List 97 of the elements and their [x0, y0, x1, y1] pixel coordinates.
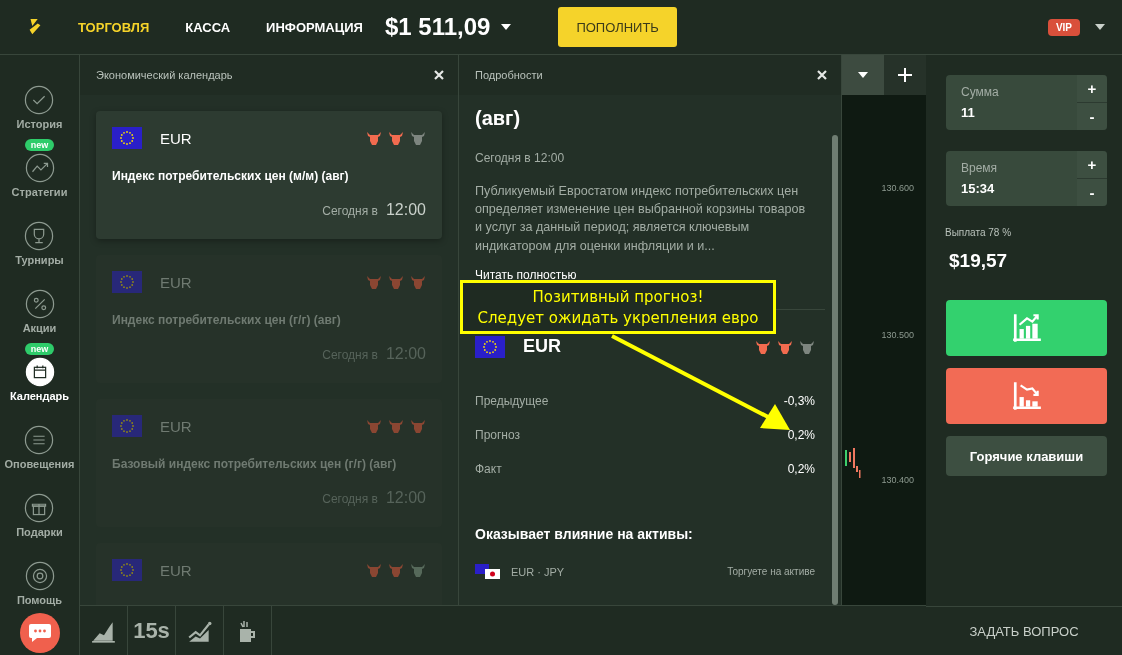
sidebar-label: Стратегии [11, 186, 68, 198]
trend-icon [24, 153, 55, 183]
eu-flag-icon [112, 127, 142, 149]
field-label: Сумма [961, 85, 1000, 99]
sidebar-label: Календарь [9, 390, 70, 402]
stat-value: 0,2% [787, 427, 815, 442]
sidebar-label: Акции [22, 322, 57, 334]
read-more-link[interactable]: Читать полностью [475, 267, 577, 282]
currency-code: EUR [523, 336, 562, 358]
sidebar-label: Оповещения [4, 458, 75, 470]
assets-heading: Оказывает влияние на активы: [475, 525, 694, 542]
vip-badge: VIP [1047, 18, 1080, 36]
chat-button[interactable] [20, 613, 60, 653]
stat-label: Предыдущее [475, 393, 549, 408]
price-label: 130.400 [881, 475, 914, 485]
event-time: 12:00 [385, 201, 426, 219]
gift-icon [24, 493, 55, 523]
currency-code: EUR [160, 417, 193, 435]
nav-link[interactable]: КАССА [185, 19, 231, 35]
sidebar-item[interactable]: Календарь [9, 357, 70, 402]
check-icon [24, 85, 55, 115]
menu-icon [24, 425, 55, 455]
sidebar-label: Подарки [16, 526, 63, 538]
input-field[interactable]: Время 15:34 + - [946, 151, 1107, 206]
eu-flag-icon [112, 415, 142, 437]
candles-drawing [844, 448, 862, 478]
eu-flag-icon [112, 271, 142, 293]
hotkeys-button[interactable]: Горячие клавиши [946, 436, 1107, 476]
lifebuoy-icon [24, 561, 55, 591]
sidebar-item[interactable]: Турниры [15, 221, 64, 266]
event-title: (авг) [475, 107, 522, 130]
time-prefix: Сегодня в [322, 204, 378, 218]
deposit-button[interactable]: ПОПОЛНИТЬ [558, 7, 677, 47]
panel-title: Подробности [475, 69, 543, 81]
sidebar-item[interactable]: История [16, 85, 63, 130]
sidebar-label: Помощь [16, 594, 63, 606]
nav-link[interactable]: ТОРГОВЛЯ [78, 19, 150, 35]
new-badge: new [24, 139, 55, 151]
stat-label: Факт [475, 461, 502, 476]
currency-code: EUR [160, 129, 193, 147]
event-title: Индекс потребительских цен (м/м) (авг) [112, 169, 350, 183]
nav-link[interactable]: ИНФОРМАЦИЯ [266, 19, 363, 35]
annotation-text: Позитивный прогноз! [532, 287, 704, 306]
asset-note: Торгуете на активе [727, 566, 815, 578]
balance-amount[interactable]: $1 511,09 [384, 13, 491, 41]
field-value: 15:34 [961, 181, 996, 196]
price-label: 130.600 [881, 183, 914, 193]
decrease-button[interactable]: - [1077, 103, 1107, 130]
payout-amount: $19,57 [949, 250, 1009, 272]
sidebar-item[interactable]: Акции [22, 289, 57, 334]
add-button[interactable] [884, 55, 926, 95]
field-value: 11 [961, 105, 976, 120]
calendar-icon [24, 357, 55, 387]
caret-icon[interactable] [1094, 23, 1106, 31]
event-title: Базовый индекс потребительских цен (г/г) (авг) [112, 457, 398, 471]
price-label: 130.500 [881, 330, 914, 340]
currency-code: EUR [160, 273, 193, 291]
currency-code: EUR [160, 561, 193, 579]
event-description: Публикуемый Евростатом индекс потребительских цен определяет изменение цен выбранной корзины товаров и услуг за данный период; является ключевым индикатором для оценки инфляции и и... [475, 183, 807, 255]
chart-up-icon [1010, 312, 1043, 344]
close-icon[interactable] [434, 70, 444, 80]
stat-value: 0,2% [787, 461, 815, 476]
percent-icon [24, 289, 55, 319]
stat-value: -0,3% [783, 393, 815, 408]
caret-icon[interactable] [500, 23, 513, 31]
sidebar-label: Турниры [15, 254, 64, 266]
event-card[interactable]: EUR Индекс потребительских цен (м/м) (авг) Сегодня в 12:00 [96, 111, 442, 239]
annotation-text: Следует ожидать укрепления евро [477, 308, 759, 327]
eu-flag-icon [112, 559, 142, 581]
close-icon[interactable] [817, 70, 827, 80]
input-field[interactable]: Сумма 11 + - [946, 75, 1107, 130]
asset-pair[interactable]: EUR · JPY [511, 565, 728, 578]
chart-down-icon [1010, 380, 1043, 412]
sidebar-label: История [16, 118, 63, 130]
new-badge: new [24, 343, 55, 355]
trophy-icon [24, 221, 55, 251]
pair-flags-icon [475, 563, 501, 580]
timeframe-label[interactable]: 15s [128, 606, 176, 655]
event-title: Индекс потребительских цен (г/г) (авг) [112, 313, 342, 327]
sidebar-item[interactable]: Оповещения [4, 425, 75, 470]
field-label: Время [961, 161, 999, 175]
caret-icon [857, 71, 869, 79]
sidebar-item[interactable]: Стратегии [11, 153, 68, 198]
increase-button[interactable]: + [1077, 151, 1107, 178]
chat-icon [28, 622, 52, 644]
event-time: Сегодня в 12:00 [475, 151, 566, 165]
decrease-button[interactable]: - [1077, 179, 1107, 206]
eu-flag-icon [475, 335, 505, 358]
panel-title: Экономический календарь [96, 69, 233, 81]
plus-icon [897, 67, 913, 83]
sidebar-item[interactable]: Помощь [16, 561, 63, 606]
sell-button[interactable] [946, 368, 1107, 424]
sidebar-item[interactable]: Подарки [16, 493, 63, 538]
scrollbar[interactable] [832, 135, 838, 605]
payout-label: Выплата 78 % [945, 227, 1013, 238]
stat-label: Прогноз [475, 427, 521, 442]
increase-button[interactable]: + [1077, 75, 1107, 102]
